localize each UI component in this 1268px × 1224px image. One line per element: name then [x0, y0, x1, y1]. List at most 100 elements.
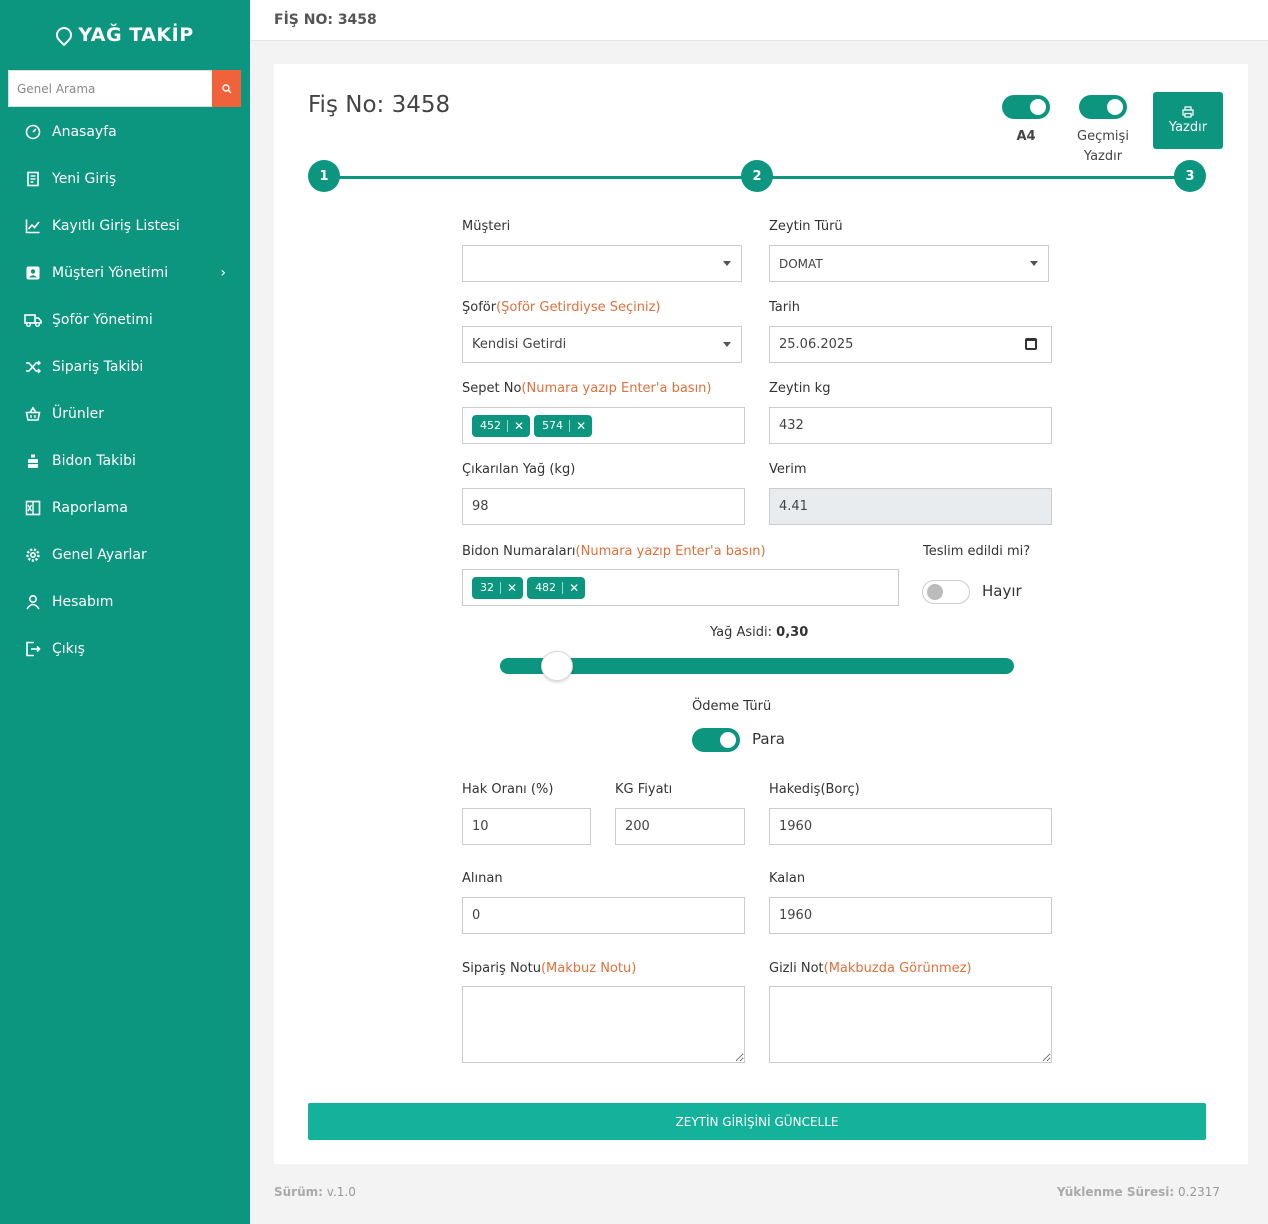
customer-select[interactable] [462, 245, 742, 282]
sidebar-item-genel-ayarlar[interactable]: Genel Ayarlar [0, 531, 250, 578]
olive-type-select[interactable]: DOMAT [769, 245, 1049, 282]
sidebar-item-label: Ürünler [52, 405, 105, 422]
step-3[interactable]: 3 [1174, 160, 1206, 192]
private-note-label: Gizli Not(Makbuzda Görünmez) [769, 961, 972, 976]
delivered-value: Hayır [982, 582, 1022, 600]
basket-no-tag-input[interactable]: 452 ✕ 574 ✕ [462, 407, 745, 444]
sidebar-item-sofor-yonetimi[interactable]: Şoför Yönetimi [0, 296, 250, 343]
order-note-label: Sipariş Notu(Makbuz Notu) [462, 961, 636, 976]
driver-select[interactable]: Kendisi Getirdi [462, 326, 742, 363]
private-note-label-hint: (Makbuzda Görünmez) [823, 961, 972, 976]
history-print-toggle[interactable] [1079, 95, 1127, 119]
remove-tag-icon[interactable]: ✕ [507, 581, 517, 595]
barrel-icon [24, 452, 42, 470]
search-box [8, 70, 241, 107]
earnings-label: Hakediş(Borç) [769, 782, 860, 797]
container-tag: 32 ✕ [472, 576, 524, 599]
user-card-icon [24, 264, 42, 282]
payment-type-label: Ödeme Türü [692, 699, 772, 714]
version-value: v.1.0 [326, 1185, 356, 1199]
load-time-value: 0.2317 [1178, 1185, 1220, 1199]
acidity-slider-handle[interactable] [541, 651, 573, 681]
print-button[interactable]: Yazdır [1153, 92, 1223, 149]
share-rate-input[interactable]: 10 [462, 808, 591, 845]
sidebar-item-cikis[interactable]: Çıkış [0, 625, 250, 672]
step-2[interactable]: 2 [741, 160, 773, 192]
gear-icon [24, 546, 42, 564]
step-1[interactable]: 1 [308, 160, 340, 192]
sidebar-item-label: Sipariş Takibi [52, 358, 144, 375]
sidebar-item-raporlama[interactable]: Raporlama [0, 484, 250, 531]
sidebar-nav: Anasayfa Yeni Giriş Kayıtlı Giriş Listes… [0, 108, 250, 672]
basket-tag: 574 ✕ [534, 414, 593, 437]
search-input[interactable] [8, 70, 212, 107]
payment-type-value: Para [752, 730, 785, 748]
payment-type-toggle[interactable] [692, 728, 740, 752]
container-numbers-label: Bidon Numaraları(Numara yazıp Enter'a ba… [462, 544, 766, 559]
sidebar-item-urunler[interactable]: Ürünler [0, 390, 250, 437]
earnings-input[interactable]: 1960 [769, 808, 1052, 845]
order-note-label-text: Sipariş Notu [462, 961, 541, 976]
remove-tag-icon[interactable]: ✕ [514, 419, 524, 433]
received-input[interactable]: 0 [462, 897, 745, 934]
sidebar-item-label: Anasayfa [52, 123, 117, 140]
private-note-textarea[interactable] [769, 986, 1052, 1063]
sidebar-item-label: Müşteri Yönetimi [52, 264, 169, 281]
sidebar-item-label: Raporlama [52, 499, 128, 516]
date-input[interactable]: 25.06.2025 [769, 326, 1052, 363]
truck-icon [24, 311, 42, 329]
stepper: 1 2 3 [308, 160, 1206, 194]
a4-toggle-label: A4 [1016, 129, 1036, 144]
footer-load-time: Yüklenme Süresi: 0.2317 [1057, 1185, 1220, 1199]
a4-toggle-group: A4 [999, 95, 1053, 147]
order-note-label-hint: (Makbuz Notu) [540, 961, 637, 976]
sidebar-item-label: Genel Ayarlar [52, 546, 147, 563]
search-button[interactable] [212, 70, 241, 107]
remaining-input[interactable]: 1960 [769, 897, 1052, 934]
basket-tag-value: 574 [542, 419, 564, 432]
acidity-slider[interactable] [500, 651, 1014, 681]
search-icon [221, 83, 231, 93]
brand-logo[interactable]: YAĞ TAKİP [0, 0, 250, 70]
sidebar-item-siparis-takibi[interactable]: Sipariş Takibi [0, 343, 250, 390]
update-entry-button[interactable]: ZEYTİN GİRİŞİNİ GÜNCELLE [308, 1103, 1206, 1140]
container-numbers-tag-input[interactable]: 32 ✕ 482 ✕ [462, 569, 899, 606]
basket-no-label-hint: (Numara yazıp Enter'a basın) [521, 381, 712, 396]
olive-type-label: Zeytin Türü [769, 219, 843, 234]
sidebar-item-label: Hesabım [52, 593, 114, 610]
history-print-label-line1: Geçmişi [1077, 129, 1129, 144]
share-rate-label: Hak Oranı (%) [462, 782, 554, 797]
private-note-label-text: Gizli Not [769, 961, 824, 976]
olive-kg-input[interactable]: 432 [769, 407, 1052, 444]
yield-input: 4.41 [769, 488, 1052, 525]
sidebar-item-bidon-takibi[interactable]: Bidon Takibi [0, 437, 250, 484]
printer-icon [1182, 106, 1194, 118]
dashboard-icon [24, 123, 42, 141]
sidebar-item-kayitli-giris-listesi[interactable]: Kayıtlı Giriş Listesi [0, 202, 250, 249]
excel-icon [24, 499, 42, 517]
calendar-icon[interactable] [1025, 338, 1037, 350]
extracted-oil-label: Çıkarılan Yağ (kg) [462, 462, 576, 477]
sidebar-item-anasayfa[interactable]: Anasayfa [0, 108, 250, 155]
history-print-toggle-group: Geçmişi Yazdır [1069, 95, 1137, 167]
user-icon [24, 593, 42, 611]
sidebar-item-yeni-giris[interactable]: Yeni Giriş [0, 155, 250, 202]
oil-drop-icon [53, 23, 76, 47]
order-note-textarea[interactable] [462, 986, 745, 1063]
receipt-icon [24, 170, 42, 188]
remove-tag-icon[interactable]: ✕ [576, 419, 586, 433]
delivered-toggle[interactable] [922, 580, 970, 604]
chevron-right-icon: › [220, 264, 226, 281]
sidebar-item-label: Yeni Giriş [52, 170, 117, 187]
extracted-oil-input[interactable]: 98 [462, 488, 745, 525]
acidity-label-text: Yağ Asidi: [710, 625, 773, 640]
basket-no-label-text: Sepet No [462, 381, 522, 396]
kg-price-input[interactable]: 200 [615, 808, 745, 845]
remove-tag-icon[interactable]: ✕ [569, 581, 579, 595]
basket-tag: 452 ✕ [472, 414, 531, 437]
sidebar-item-musteri-yonetimi[interactable]: Müşteri Yönetimi › [0, 249, 250, 296]
a4-toggle[interactable] [1002, 95, 1050, 119]
sidebar-item-hesabim[interactable]: Hesabım [0, 578, 250, 625]
basket-tag-value: 452 [480, 419, 501, 432]
version-label: Sürüm: [274, 1185, 323, 1199]
